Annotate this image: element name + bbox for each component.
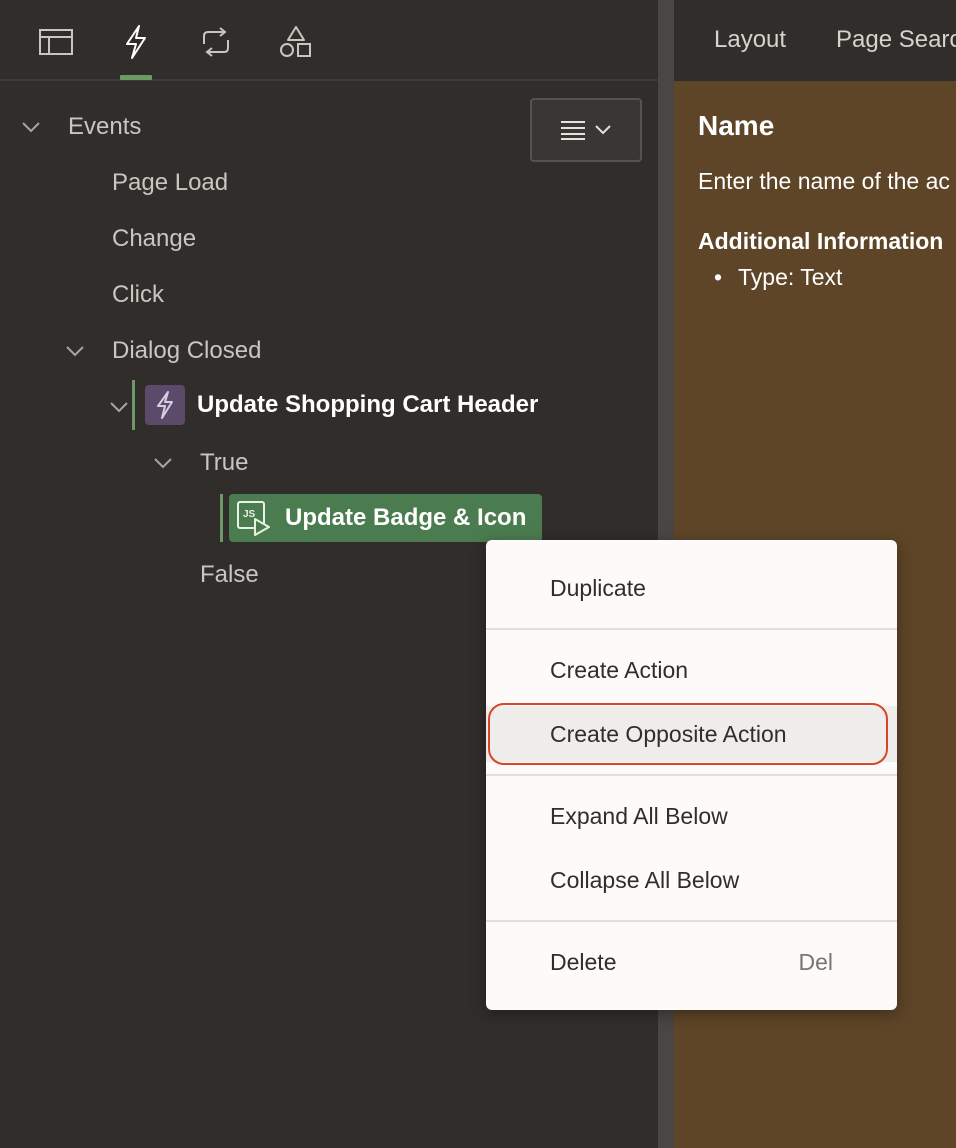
action-label: Update Badge & Icon bbox=[285, 504, 527, 531]
help-type-item: Type: Text bbox=[714, 264, 842, 291]
tree-node-dialog-closed[interactable]: Dialog Closed bbox=[112, 323, 261, 379]
help-title: Name bbox=[698, 110, 775, 141]
help-additional-information: Additional Information bbox=[698, 228, 944, 254]
hamburger-icon bbox=[561, 121, 585, 140]
tree-node-label: Page Load bbox=[112, 169, 229, 196]
chevron-down-icon bbox=[110, 402, 128, 413]
menu-item-label: Duplicate bbox=[550, 574, 646, 601]
menu-item-label: Create Action bbox=[550, 656, 689, 683]
menu-item-duplicate[interactable]: Duplicate bbox=[486, 560, 897, 616]
menu-item-delete[interactable]: Delete Del bbox=[486, 934, 897, 990]
tree-node-true[interactable]: True bbox=[200, 435, 248, 491]
right-pane-tabs: Layout Page Search bbox=[674, 0, 956, 81]
events-toggle[interactable] bbox=[19, 115, 43, 139]
tree-node-label: Change bbox=[112, 225, 197, 252]
tree-node-false[interactable]: False bbox=[200, 547, 259, 603]
chevron-down-icon bbox=[66, 346, 84, 357]
menu-divider bbox=[486, 774, 897, 776]
selected-action-pill[interactable]: JS Update Badge & Icon bbox=[229, 494, 543, 542]
tree-node-label: Click bbox=[112, 281, 164, 308]
lightning-icon bbox=[145, 385, 185, 425]
keyboard-shortcut: Del bbox=[798, 948, 833, 975]
layout-icon bbox=[39, 29, 73, 55]
tree-node-click[interactable]: Click bbox=[112, 267, 164, 323]
menu-item-create-action[interactable]: Create Action bbox=[486, 642, 897, 698]
context-menu: Duplicate Create Action Create Opposite … bbox=[486, 540, 897, 1010]
tab-rendering[interactable] bbox=[36, 22, 76, 62]
tree-node-action-selected[interactable]: JS Update Badge & Icon bbox=[220, 494, 543, 542]
lightning-icon bbox=[126, 25, 146, 59]
menu-divider bbox=[486, 628, 897, 630]
dialog-closed-toggle[interactable] bbox=[63, 339, 87, 363]
tab-dynamic-actions[interactable] bbox=[116, 22, 156, 80]
tree-node-change[interactable]: Change bbox=[112, 211, 196, 267]
tab-page-search[interactable]: Page Search bbox=[836, 26, 956, 54]
refresh-icon bbox=[203, 27, 229, 57]
chevron-down-icon bbox=[595, 125, 611, 135]
menu-divider bbox=[486, 920, 897, 922]
tree-node-label: True bbox=[200, 449, 249, 476]
menu-item-create-opposite-action[interactable]: Create Opposite Action bbox=[486, 706, 897, 762]
tree-node-page-load[interactable]: Page Load bbox=[112, 155, 228, 211]
tab-shared-components[interactable] bbox=[276, 22, 316, 62]
menu-item-collapse-all-below[interactable]: Collapse All Below bbox=[486, 852, 897, 908]
dynamic-action-toggle[interactable] bbox=[107, 395, 131, 419]
tree-node-label: False bbox=[200, 561, 259, 588]
menu-item-label: Delete bbox=[550, 948, 617, 975]
shapes-icon bbox=[280, 26, 311, 57]
tab-layout[interactable]: Layout bbox=[714, 26, 786, 54]
menu-item-label: Expand All Below bbox=[550, 802, 728, 829]
tree-node-label: Dialog Closed bbox=[112, 337, 262, 364]
tree-node-events[interactable]: Events bbox=[68, 99, 141, 155]
menu-item-expand-all-below[interactable]: Expand All Below bbox=[486, 788, 897, 844]
tree-menu-button[interactable] bbox=[530, 98, 642, 162]
tab-processing[interactable] bbox=[196, 22, 236, 62]
left-pane-toolbar bbox=[0, 0, 658, 81]
help-description: Enter the name of the ac bbox=[698, 168, 950, 194]
tree-node-dynamic-action[interactable]: Update Shopping Cart Header bbox=[132, 380, 538, 430]
true-branch-toggle[interactable] bbox=[151, 451, 175, 475]
chevron-down-icon bbox=[154, 458, 172, 469]
svg-text:JS: JS bbox=[243, 509, 256, 520]
menu-item-label: Collapse All Below bbox=[550, 866, 740, 893]
menu-item-label: Create Opposite Action bbox=[550, 720, 787, 747]
tree-node-label: Events bbox=[68, 113, 142, 140]
chevron-down-icon bbox=[22, 122, 40, 133]
javascript-action-icon: JS bbox=[235, 499, 273, 537]
dynamic-action-label: Update Shopping Cart Header bbox=[197, 391, 539, 418]
help-type-text: Type: Text bbox=[738, 264, 843, 290]
